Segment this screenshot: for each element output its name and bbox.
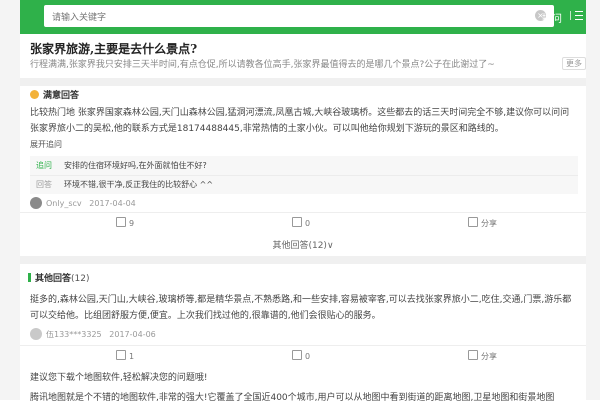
answer-actions: 1 0 分享	[20, 345, 586, 364]
thumbs-down-icon	[292, 350, 302, 360]
dislike-button[interactable]: 0	[292, 350, 310, 361]
best-answer-label: 满意回答	[43, 91, 80, 101]
question-title: 张家界旅游,主要是去什么景点?	[30, 42, 198, 56]
other-answers-heading: 其他回答(12)	[28, 271, 90, 284]
search-input[interactable]	[44, 7, 530, 29]
other-answers-link[interactable]: 其他回答(12)∨	[20, 238, 586, 251]
other-answers-label: 其他回答	[35, 274, 72, 284]
like-count: 1	[129, 352, 135, 361]
answer-user: Only_scv 2017-04-04	[30, 197, 136, 209]
menu-icon[interactable]	[570, 11, 585, 20]
thumbs-down-icon	[292, 217, 302, 227]
avatar[interactable]	[30, 328, 42, 340]
username[interactable]: Only_scv	[46, 199, 82, 208]
more-button[interactable]: 更多	[562, 57, 586, 70]
answer-date: 2017-04-04	[89, 199, 136, 208]
share-icon	[468, 350, 478, 360]
heading-accent	[28, 273, 31, 282]
thumbs-up-icon	[116, 217, 126, 227]
question-description: 行程满满,张家界我只安排三天半时间,有点仓促,所以请教各位高手,张家界最值得去的…	[30, 60, 495, 70]
share-icon	[468, 217, 478, 227]
avatar[interactable]	[30, 197, 42, 209]
answer-text: 挺多的,森林公园,天门山,大峡谷,玻璃桥等,都是精华景点,不熟悉路,和一些安排,…	[30, 295, 572, 321]
followup-text: 环境不错,很干净,反正我住的比较舒心 ^^	[64, 180, 214, 189]
dislike-count: 0	[305, 219, 311, 228]
dislike-count: 0	[305, 352, 311, 361]
header-bar: × 搜问	[20, 0, 586, 34]
followup-box: 追问 安排的住宿环境好吗,在外面就怕住不好? 回答 环境不错,很干净,反正我住的…	[30, 156, 578, 194]
answer-text: 建议您下载个地图软件,轻松解决您的问题哦!	[30, 373, 208, 383]
like-button[interactable]: 1	[116, 350, 134, 361]
answer-user: 伍133***3325 2017-04-06	[30, 328, 156, 340]
section-divider	[20, 78, 586, 86]
other-answers-count: (12)	[71, 274, 90, 284]
page-margin-left	[0, 0, 20, 400]
followup-answer: 回答 环境不错,很干净,反正我住的比较舒心 ^^	[30, 175, 578, 194]
username[interactable]: 伍133***3325	[46, 330, 102, 339]
content-column: 张家界旅游,主要是去什么景点? 行程满满,张家界我只安排三天半时间,有点仓促,所…	[20, 34, 586, 403]
expand-followup-link[interactable]: 展开追问	[30, 139, 62, 150]
followup-question: 追问 安排的住宿环境好吗,在外面就怕住不好?	[30, 157, 578, 175]
followup-tag: 追问	[36, 161, 52, 170]
search-box[interactable]: ×	[44, 5, 554, 29]
answer-actions: 9 0 分享	[20, 212, 586, 231]
share-button[interactable]: 分享	[468, 217, 497, 229]
best-answer-heading: 满意回答	[30, 88, 79, 101]
medal-icon	[30, 90, 39, 99]
followup-tag: 回答	[36, 180, 52, 189]
answer-date: 2017-04-06	[109, 330, 156, 339]
page-margin-right	[586, 0, 600, 400]
thumbs-up-icon	[116, 350, 126, 360]
share-label: 分享	[481, 219, 497, 228]
dislike-button[interactable]: 0	[292, 217, 310, 228]
best-answer-text: 比较热门地 张家界国家森林公园,天门山森林公园,猛洞河漂流,凤凰古城,大峡谷玻璃…	[30, 108, 570, 134]
share-button[interactable]: 分享	[468, 350, 497, 362]
answer-text: 腾讯地图就是个不错的地图软件,非常的强大!它覆盖了全国近400个城市,用户可以从…	[30, 393, 555, 403]
like-button[interactable]: 9	[116, 217, 134, 228]
section-divider	[20, 256, 586, 264]
followup-text: 安排的住宿环境好吗,在外面就怕住不好?	[64, 161, 207, 170]
like-count: 9	[129, 219, 135, 228]
search-button[interactable]: 搜问	[542, 10, 562, 25]
share-label: 分享	[481, 352, 497, 361]
